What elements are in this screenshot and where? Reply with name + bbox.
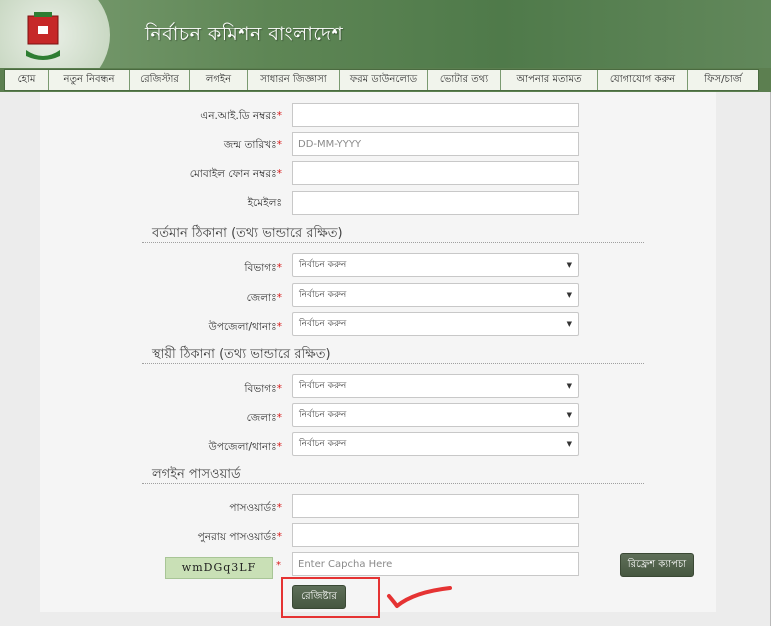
permanent-address-divider (142, 363, 644, 364)
password-label-wrap: পাসওয়ার্ডঃ* (40, 496, 282, 520)
permanent-upazila-label: উপজেলা/থানাঃ* (208, 441, 282, 453)
chevron-down-icon: ▼ (566, 291, 572, 299)
dob-label: জন্ম তারিখঃ* (223, 139, 282, 151)
chevron-down-icon: ▼ (566, 440, 572, 448)
nav-login[interactable]: লগইন (190, 70, 248, 90)
nav-register[interactable]: রেজিস্টার (130, 70, 190, 90)
permanent-upazila-select[interactable]: নির্বাচন করুন ▼ (292, 432, 579, 456)
permanent-district-select[interactable]: নির্বাচন করুন ▼ (292, 403, 579, 427)
email-label-wrap: ইমেইলঃ (40, 191, 282, 215)
present-district-label: জেলাঃ* (246, 292, 282, 304)
dob-label-wrap: জন্ম তারিখঃ* (40, 133, 282, 157)
nav-faq[interactable]: সাধারন জিজ্ঞাসা (248, 70, 340, 90)
nav-form-download[interactable]: ফরম ডাউনলোড (340, 70, 428, 90)
present-address-divider (142, 242, 644, 243)
confirm-password-label: পুনরায় পাসওয়ার্ডঃ* (197, 531, 282, 543)
nid-label: এন.আই.ডি নম্বরঃ* (200, 110, 282, 122)
site-title: নির্বাচন কমিশন বাংলাদেশ (145, 23, 344, 45)
present-division-label-wrap: বিভাগঃ* (40, 256, 282, 280)
nav-feedback[interactable]: আপনার মতামত (501, 70, 598, 90)
main-navbar: হোম নতুন নিবন্ধন রেজিস্টার লগইন সাধারন জ… (0, 68, 771, 92)
nid-input[interactable] (292, 103, 579, 127)
password-input[interactable] (292, 494, 579, 518)
login-password-divider (142, 483, 644, 484)
captcha-required-mark: * (276, 560, 281, 571)
mobile-input[interactable] (292, 161, 579, 185)
permanent-division-label-wrap: বিভাগঃ* (40, 377, 282, 401)
nav-home[interactable]: হোম (5, 70, 49, 90)
mobile-label-wrap: মোবাইল ফোন নম্বরঃ* (40, 162, 282, 186)
nav-contact[interactable]: যোগাযোগ করুন (598, 70, 688, 90)
confirm-password-input[interactable] (292, 523, 579, 547)
present-division-value: নির্বাচন করুন (299, 260, 347, 270)
present-district-value: নির্বাচন করুন (299, 290, 347, 300)
permanent-division-label: বিভাগঃ* (244, 383, 282, 395)
mobile-label: মোবাইল ফোন নম্বরঃ* (189, 168, 282, 180)
permanent-district-label: জেলাঃ* (246, 412, 282, 424)
present-upazila-value: নির্বাচন করুন (299, 319, 347, 329)
email-input[interactable] (292, 191, 579, 215)
permanent-upazila-value: নির্বাচন করুন (299, 439, 347, 449)
captcha-input[interactable] (292, 552, 579, 576)
permanent-division-value: নির্বাচন করুন (299, 381, 347, 391)
nav-voter-info[interactable]: ভোটার তথ্য (428, 70, 501, 90)
present-division-label: বিভাগঃ* (244, 262, 282, 274)
ballot-box-logo-icon (26, 12, 60, 60)
chevron-down-icon: ▼ (566, 261, 572, 269)
dob-input[interactable] (292, 132, 579, 156)
chevron-down-icon: ▼ (566, 320, 572, 328)
present-district-label-wrap: জেলাঃ* (40, 286, 282, 310)
nav-fees[interactable]: ফিস/চার্জ (688, 70, 758, 90)
present-upazila-select[interactable]: নির্বাচন করুন ▼ (292, 312, 579, 336)
annotation-highlight-box (281, 577, 380, 618)
permanent-upazila-label-wrap: উপজেলা/থানাঃ* (40, 435, 282, 459)
nav-new-registration[interactable]: নতুন নিবন্ধন (49, 70, 130, 90)
email-label: ইমেইলঃ (247, 197, 282, 209)
present-district-select[interactable]: নির্বাচন করুন ▼ (292, 283, 579, 307)
site-header: নির্বাচন কমিশন বাংলাদেশ (0, 0, 771, 68)
permanent-division-select[interactable]: নির্বাচন করুন ▼ (292, 374, 579, 398)
permanent-district-value: নির্বাচন করুন (299, 410, 347, 420)
present-upazila-label: উপজেলা/থানাঃ* (208, 321, 282, 333)
refresh-captcha-button[interactable]: রিফ্রেশ ক্যাপচা (620, 553, 694, 577)
present-division-select[interactable]: নির্বাচন করুন ▼ (292, 253, 579, 277)
captcha-image: wmDGq3LF (165, 557, 273, 579)
present-upazila-label-wrap: উপজেলা/থানাঃ* (40, 315, 282, 339)
permanent-district-label-wrap: জেলাঃ* (40, 406, 282, 430)
chevron-down-icon: ▼ (566, 382, 572, 390)
nav-menu: হোম নতুন নিবন্ধন রেজিস্টার লগইন সাধারন জ… (4, 69, 759, 91)
confirm-password-label-wrap: পুনরায় পাসওয়ার্ডঃ* (40, 525, 282, 549)
chevron-down-icon: ▼ (566, 411, 572, 419)
nid-label-wrap: এন.আই.ডি নম্বরঃ* (40, 104, 282, 128)
password-label: পাসওয়ার্ডঃ* (229, 502, 282, 514)
checkmark-annotation-icon (387, 586, 452, 608)
